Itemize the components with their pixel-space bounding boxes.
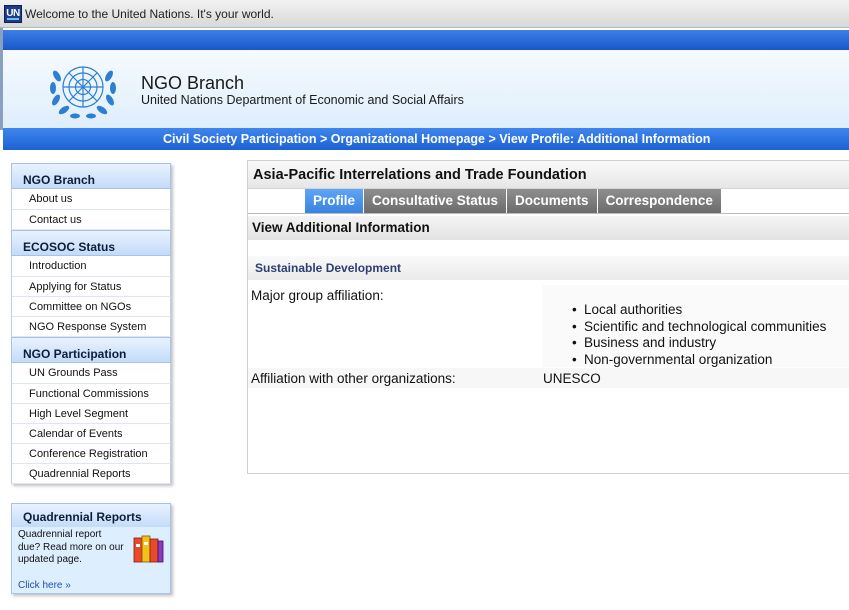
sidebar-item-ngo-response-system[interactable]: NGO Response System	[11, 317, 171, 337]
site-header: NGO Branch United Nations Department of …	[3, 50, 849, 128]
other-orgs-value: UNESCO	[543, 371, 601, 386]
sidebar-item-applying-for-status[interactable]: Applying for Status	[11, 277, 171, 297]
sidebar-item-calendar-of-events[interactable]: Calendar of Events	[11, 424, 171, 444]
quadrennial-box-text: Quadrennial report due? Read more on our…	[18, 529, 124, 565]
sidebar-item-functional-commissions[interactable]: Functional Commissions	[11, 384, 171, 404]
tab-correspondence[interactable]: Correspondence	[597, 189, 722, 213]
quadrennial-box-title: Quadrennial Reports	[12, 504, 170, 527]
header-title: NGO Branch	[141, 73, 245, 93]
sidebar-item-contact-us[interactable]: Contact us	[11, 210, 171, 230]
major-group-list: Local authorities Scientific and technol…	[572, 302, 826, 369]
sidebar-item-conference-registration[interactable]: Conference Registration	[11, 444, 171, 464]
tab-profile[interactable]: Profile	[305, 189, 365, 213]
sidebar-section-ecosoc-status: ECOSOC Status	[11, 230, 171, 256]
sidebar-item-high-level-segment[interactable]: High Level Segment	[11, 404, 171, 424]
breadcrumb: Civil Society Participation > Organizati…	[3, 128, 849, 150]
tab-underline	[248, 213, 849, 214]
sidebar-section-ngo-branch: NGO Branch	[11, 163, 171, 189]
breadcrumb-separator: >	[488, 132, 496, 146]
browser-top-bar: UN Welcome to the United Nations. It's y…	[0, 0, 849, 28]
major-group-label: Major group affiliation:	[251, 288, 384, 303]
breadcrumb-current: View Profile: Additional Information	[499, 132, 711, 146]
content-panel: Asia-Pacific Interrelations and Trade Fo…	[247, 160, 849, 474]
list-item: Business and industry	[572, 335, 826, 352]
sidebar-item-quadrennial-reports[interactable]: Quadrennial Reports	[11, 464, 171, 484]
quadrennial-click-here-link[interactable]: Click here »	[18, 580, 71, 591]
sustainable-development-heading: Sustainable Development	[248, 256, 849, 280]
breadcrumb-civil-society[interactable]: Civil Society Participation	[163, 132, 317, 146]
list-item: Local authorities	[572, 302, 826, 319]
profile-tabs: Profile Consultative Status Documents Co…	[305, 189, 722, 213]
header-subtitle: United Nations Department of Economic an…	[141, 93, 464, 107]
list-item: Non-governmental organization	[572, 352, 826, 369]
sidebar-item-introduction[interactable]: Introduction	[11, 256, 171, 277]
other-orgs-label: Affiliation with other organizations:	[251, 371, 456, 386]
sidebar-item-un-grounds-pass[interactable]: UN Grounds Pass	[11, 363, 171, 384]
organization-name: Asia-Pacific Interrelations and Trade Fo…	[248, 161, 849, 189]
sidebar-item-about-us[interactable]: About us	[11, 189, 171, 210]
breadcrumb-separator: >	[320, 132, 328, 146]
report-books-icon	[133, 535, 164, 563]
welcome-text[interactable]: Welcome to the United Nations. It's your…	[25, 7, 274, 21]
breadcrumb-org-homepage[interactable]: Organizational Homepage	[331, 132, 485, 146]
tab-documents[interactable]: Documents	[507, 189, 598, 213]
view-additional-info-heading: View Additional Information	[248, 216, 849, 240]
un-emblem-icon[interactable]	[45, 56, 121, 122]
tab-consultative-status[interactable]: Consultative Status	[364, 189, 508, 213]
blue-band	[3, 30, 849, 50]
un-logo-icon[interactable]: UN	[4, 5, 22, 23]
sidebar-nav: NGO Branch About us Contact us ECOSOC St…	[11, 163, 171, 484]
quadrennial-reports-box: Quadrennial Reports Quadrennial report d…	[11, 503, 171, 594]
list-item: Scientific and technological communities	[572, 319, 826, 336]
sidebar-section-ngo-participation: NGO Participation	[11, 337, 171, 363]
sidebar-item-committee-on-ngos[interactable]: Committee on NGOs	[11, 297, 171, 317]
